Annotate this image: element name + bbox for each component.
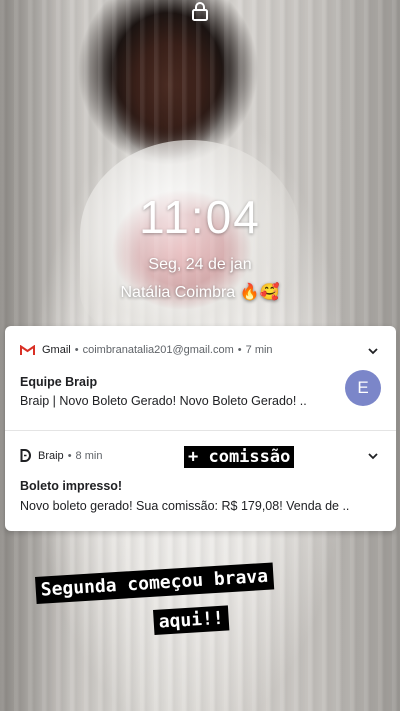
notification-header: Gmail • coimbranatalia201@gmail.com • 7 … (20, 344, 273, 356)
app-name: Braip (38, 449, 64, 462)
chevron-down-icon[interactable] (368, 347, 378, 355)
love-face-emoji-icon: 🥰 (259, 284, 280, 301)
caption-line-2: aqui!! (153, 605, 230, 635)
notification-time: 8 min (75, 449, 103, 462)
commission-sticker: + comissão (184, 446, 295, 468)
fire-emoji-icon: 🔥 (239, 284, 260, 301)
owner-name: Natália Coimbra 🔥🥰 (0, 282, 400, 302)
chevron-down-icon[interactable] (368, 452, 378, 460)
app-name: Gmail (42, 344, 71, 356)
notification-header: Braip • 8 min (20, 449, 102, 462)
owner-name-text: Natália Coimbra (120, 284, 236, 301)
notification-title: Boleto impresso! (20, 479, 123, 493)
separator-dot: • (67, 449, 72, 462)
account-email: coimbranatalia201@gmail.com (82, 344, 234, 356)
avatar: E (345, 370, 381, 406)
notification-gmail[interactable]: Gmail • coimbranatalia201@gmail.com • 7 … (5, 326, 396, 430)
notification-time: 7 min (245, 344, 273, 356)
notification-text: Braip | Novo Boleto Gerado! Novo Boleto … (20, 394, 307, 408)
gmail-icon (20, 344, 35, 355)
braip-icon (20, 449, 31, 462)
notification-card: Gmail • coimbranatalia201@gmail.com • 7 … (5, 326, 396, 531)
lockscreen-date: Seg, 24 de jan (148, 256, 252, 273)
lockscreen-clock: 11:04 (139, 191, 261, 243)
lock-icon[interactable] (191, 1, 209, 21)
notification-title: Equipe Braip (20, 375, 98, 389)
notification-text: Novo boleto gerado! Sua comissão: R$ 179… (20, 499, 350, 513)
separator-dot: • (237, 344, 242, 356)
separator-dot: • (74, 344, 79, 356)
